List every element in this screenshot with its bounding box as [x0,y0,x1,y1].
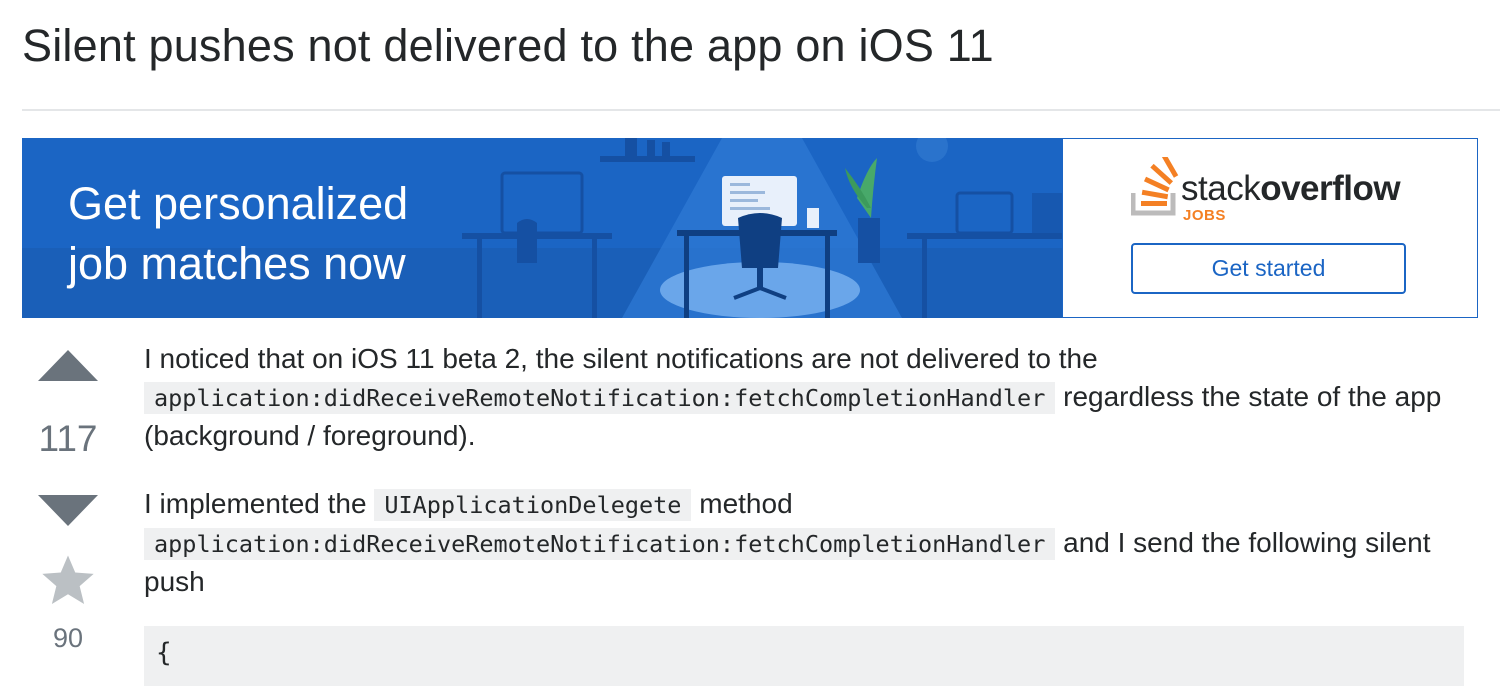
question-title[interactable]: Silent pushes not delivered to the app o… [22,20,994,72]
title-divider [22,109,1500,111]
inline-code-method-2: application:didReceiveRemoteNotification… [144,528,1056,560]
stackoverflow-logo-icon [1131,157,1179,216]
question-body: I noticed that on iOS 11 beta 2, the sil… [144,340,1474,631]
ad-cta-panel[interactable]: stackoverflow JOBS Get started [1062,138,1478,318]
ad-illustration-panel[interactable]: Get personalized job matches now [22,138,1062,318]
p2-text-2: method [691,488,793,519]
ad-headline-line1: Get personalized [68,178,409,229]
upvote-arrow-icon[interactable] [38,350,98,381]
p1-text-1: I noticed that on iOS 11 beta 2, the sil… [144,343,1098,374]
favorite-star-icon[interactable] [40,552,96,608]
downvote-arrow-icon[interactable] [38,495,98,526]
brand-wordmark: stackoverflow [1181,169,1401,209]
jobs-ad-banner[interactable]: Get personalized job matches now stackov… [22,138,1478,318]
brand-stack-text: stack [1181,169,1261,208]
brand-overflow-text: overflow [1260,169,1401,208]
p2-text-1: I implemented the [144,488,375,519]
ad-headline: Get personalized job matches now [68,174,488,294]
inline-code-method: application:didReceiveRemoteNotification… [144,382,1056,414]
inline-code-delegate: UIApplicationDelegete [374,489,692,521]
vote-count: 117 [38,418,98,459]
ad-headline-line2: job matches now [68,238,406,289]
get-started-button[interactable]: Get started [1131,243,1406,294]
paragraph-1: I noticed that on iOS 11 beta 2, the sil… [144,340,1474,455]
code-block[interactable]: { [144,626,1464,686]
favorite-count: 90 [52,623,84,653]
paragraph-2: I implemented the UIApplicationDelegete … [144,485,1474,601]
brand-jobs-text: JOBS [1183,207,1226,224]
